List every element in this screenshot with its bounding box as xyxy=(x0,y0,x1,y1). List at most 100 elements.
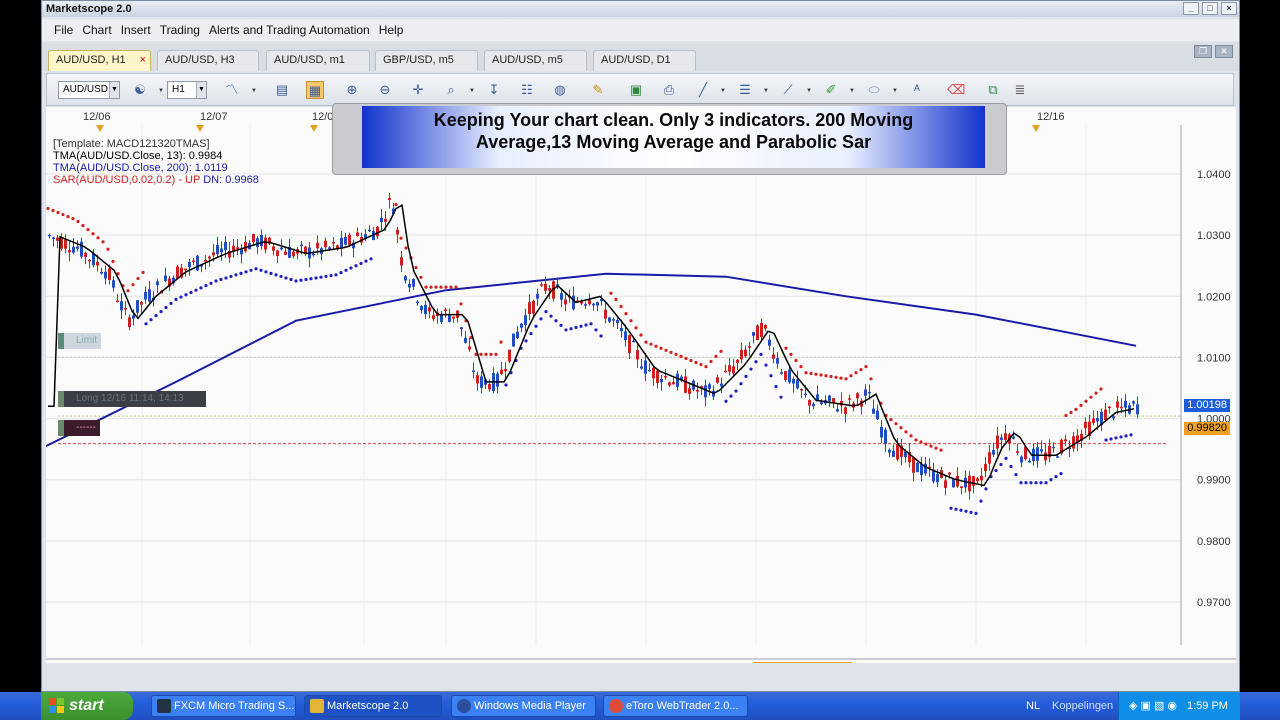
top-date-label: 12/06 xyxy=(83,111,111,123)
template-icon[interactable]: ▦ xyxy=(306,81,324,99)
tab-gbp-usd-m5[interactable]: GBP/USD, m5 xyxy=(375,50,478,71)
magnifier-icon[interactable]: ⌕ xyxy=(442,81,460,99)
minimize-button[interactable]: _ xyxy=(1183,2,1199,15)
mdi-close-button[interactable]: ✕ xyxy=(1215,45,1233,58)
text-tool-icon[interactable]: ᴬ xyxy=(908,81,926,99)
network-icon[interactable]: ⧉ xyxy=(984,81,1002,99)
window-titlebar[interactable]: Marketscope 2.0 _ □ × xyxy=(42,1,1239,17)
eraser-icon[interactable]: ⌫ xyxy=(947,81,965,99)
crosshair-icon[interactable]: ✛ xyxy=(409,81,427,99)
tab-aud-usd-m5[interactable]: AUD/USD, m5 xyxy=(484,50,587,71)
globe-icon[interactable]: ◍ xyxy=(551,81,569,99)
instrument-select[interactable]: AUD/USD ▼ xyxy=(58,81,120,99)
tab-aud-usd-h1[interactable]: AUD/USD, H1 × xyxy=(48,50,151,71)
chart-type-icon[interactable]: 〽 xyxy=(223,81,241,99)
menu-chart[interactable]: Chart xyxy=(82,23,111,37)
screenshot-icon[interactable]: ⎙ xyxy=(660,81,678,99)
chevron-down-icon[interactable]: ▼ xyxy=(251,88,257,94)
mdi-restore-button[interactable]: ❐ xyxy=(1194,45,1212,58)
links-toolbar[interactable]: Koppelingen xyxy=(1052,692,1113,720)
sar-dot-up xyxy=(729,394,733,398)
zoom-out-icon[interactable]: ⊖ xyxy=(376,81,394,99)
candle-up xyxy=(216,244,219,255)
zoom-in-icon[interactable]: ⊕ xyxy=(343,81,361,99)
candle-down xyxy=(856,393,859,399)
candle-down xyxy=(252,234,255,243)
image-icon[interactable]: ▣ xyxy=(627,81,645,99)
close-button[interactable]: × xyxy=(1221,2,1237,15)
candle-down xyxy=(740,349,743,360)
horizontal-line-icon[interactable]: ☰ xyxy=(736,81,754,99)
sar-dot-down xyxy=(714,354,718,359)
menu-alerts[interactable]: Alerts and Trading Automation xyxy=(209,23,370,37)
candle-up xyxy=(836,409,839,412)
menu-help[interactable]: Help xyxy=(379,23,404,37)
sar-dot-up xyxy=(354,264,358,268)
toolbar-options-icon[interactable]: ≣ xyxy=(1011,81,1029,99)
sar-dot-up xyxy=(589,322,593,326)
chevron-down-icon[interactable]: ▼ xyxy=(720,88,726,94)
dollar-icon xyxy=(310,699,324,713)
chevron-down-icon[interactable]: ▼ xyxy=(806,88,812,94)
chevron-down-icon[interactable]: ▼ xyxy=(892,88,898,94)
indicator-icon[interactable]: ☯ xyxy=(131,81,149,99)
timeframe-select[interactable]: H1 ▼ xyxy=(167,81,207,99)
sar-dot-up xyxy=(219,277,223,282)
chevron-down-icon[interactable]: ▼ xyxy=(763,88,769,94)
trendline-icon[interactable]: ╱ xyxy=(694,81,712,99)
stop-order-tag[interactable]: ------ xyxy=(58,420,100,436)
candle-up xyxy=(768,339,771,346)
tab-aud-usd-d1[interactable]: AUD/USD, D1 xyxy=(593,50,696,71)
candle-down xyxy=(628,335,631,354)
candle-down xyxy=(284,251,287,255)
properties-icon[interactable]: ▤ xyxy=(273,81,291,99)
ellipse-icon[interactable]: ⬭ xyxy=(865,81,883,99)
candle-up xyxy=(496,373,499,387)
taskbar-fxcm[interactable]: FXCM Micro Trading S... xyxy=(151,695,296,717)
start-button[interactable]: start xyxy=(41,692,133,720)
maximize-button[interactable]: □ xyxy=(1202,2,1218,15)
menu-insert[interactable]: Insert xyxy=(121,23,151,37)
sar-dot-down xyxy=(61,212,65,217)
tray-icons[interactable]: ◈ ▣ ▧ ◉ xyxy=(1129,692,1177,720)
scroll-icon[interactable]: ↧ xyxy=(485,81,503,99)
sar-dot-down xyxy=(111,259,115,264)
sar-dot-down xyxy=(499,340,503,344)
menu-file[interactable]: File xyxy=(54,23,73,37)
candle-down xyxy=(232,245,235,251)
tab-aud-usd-h3[interactable]: AUD/USD, H3 xyxy=(157,50,259,71)
language-indicator[interactable]: NL xyxy=(1026,692,1040,720)
menu-trading[interactable]: Trading xyxy=(160,23,200,37)
data-window-icon[interactable]: ☷ xyxy=(518,81,536,99)
taskbar-media-player[interactable]: Windows Media Player xyxy=(451,695,596,717)
candle-down xyxy=(564,299,567,305)
chevron-down-icon[interactable]: ▼ xyxy=(849,88,855,94)
sar-dot-down xyxy=(86,228,90,232)
price-chart[interactable]: 1.0400 1.0300 1.0200 1.0100 1.0000 0.9900 0.98… xyxy=(46,103,1236,663)
pen-icon[interactable]: ✐ xyxy=(822,81,840,99)
candle-up xyxy=(144,291,147,300)
long-position-tag[interactable]: Long 12/16 11:14, 14:13 xyxy=(58,391,206,407)
legend-sar-dn: DN: 0.9968 xyxy=(203,174,259,186)
fibonacci-icon[interactable]: ⟋ xyxy=(779,81,797,99)
candle-down xyxy=(896,444,899,460)
taskbar-marketscope[interactable]: Marketscope 2.0 xyxy=(304,695,442,717)
candle-down xyxy=(476,375,479,384)
candle-up xyxy=(1020,456,1023,463)
tab-aud-usd-m1[interactable]: AUD/USD, m1 xyxy=(266,50,370,71)
chevron-down-icon[interactable]: ▼ xyxy=(158,88,164,94)
taskbar-etoro[interactable]: eToro WebTrader 2.0... xyxy=(603,695,748,717)
ruler-icon[interactable]: ✎ xyxy=(589,81,607,99)
candle-up xyxy=(880,426,883,438)
tab-close-icon[interactable]: × xyxy=(140,51,146,70)
sar-dot-down xyxy=(824,374,828,378)
limit-order-tag[interactable]: Limit xyxy=(58,333,102,349)
sar-dot-up xyxy=(1034,481,1038,485)
candle-up xyxy=(632,340,635,343)
candle-up xyxy=(480,376,483,388)
plot-background xyxy=(46,125,1181,645)
chart-canvas[interactable]: 1.04001.03001.02001.01001.00000.99000.98… xyxy=(46,107,1236,663)
marketscope-window: Marketscope 2.0 _ □ × File Chart Insert … xyxy=(41,0,1240,692)
sar-dot-up xyxy=(149,318,153,322)
chevron-down-icon[interactable]: ▼ xyxy=(469,88,475,94)
